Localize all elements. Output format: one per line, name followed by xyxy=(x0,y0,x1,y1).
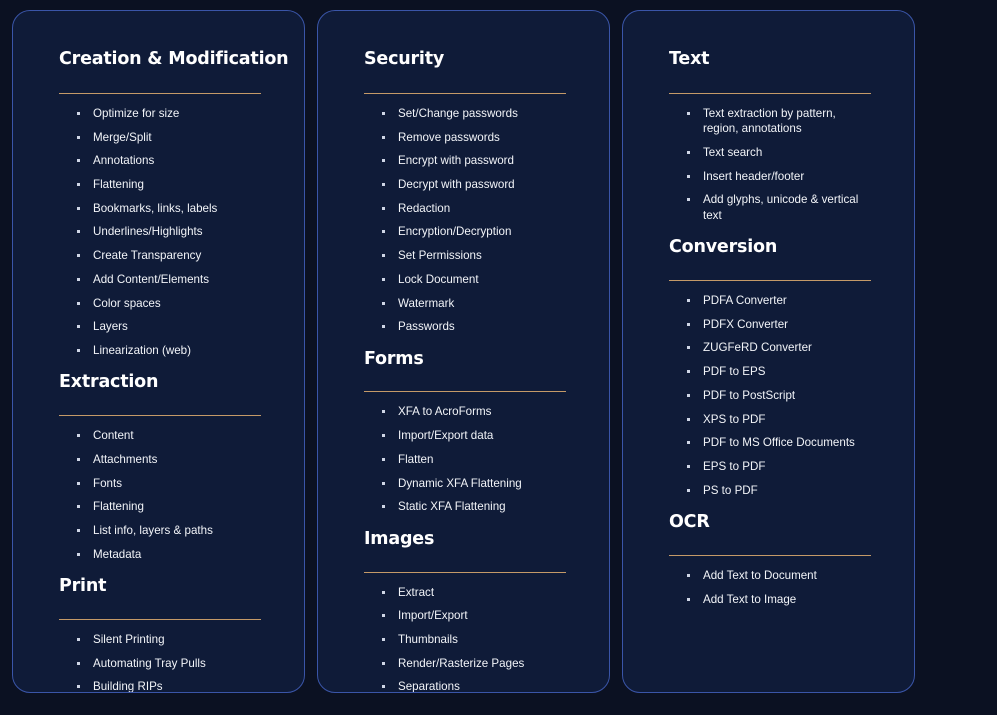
list-item: XPS to PDF xyxy=(685,412,872,427)
feature-list: Extract Import/Export Thumbnails Render/… xyxy=(364,585,567,692)
list-item: Silent Printing xyxy=(75,632,262,647)
list-item: Remove passwords xyxy=(380,130,567,145)
section-text: Text Text extraction by pattern, region,… xyxy=(669,49,872,223)
list-item: PDF to PostScript xyxy=(685,388,872,403)
list-item: Flattening xyxy=(75,177,262,192)
section-heading: Creation & Modification xyxy=(59,49,289,69)
list-item: Passwords xyxy=(380,319,567,334)
section-divider xyxy=(364,92,566,94)
section-security: Security Set/Change passwords Remove pas… xyxy=(364,49,567,335)
section-divider xyxy=(364,391,566,393)
section-divider xyxy=(364,571,566,573)
list-item: PDFX Converter xyxy=(685,317,872,332)
feature-list: Text extraction by pattern, region, anno… xyxy=(669,106,872,223)
feature-list: Silent Printing Automating Tray Pulls Bu… xyxy=(59,632,262,692)
list-item: Linearization (web) xyxy=(75,343,262,358)
list-item: Static XFA Flattening xyxy=(380,499,567,514)
list-item: Flatten xyxy=(380,452,567,467)
list-item: Thumbnails xyxy=(380,632,567,647)
list-item: EPS to PDF xyxy=(685,459,872,474)
list-item: Add Content/Elements xyxy=(75,272,262,287)
list-item: Import/Export xyxy=(380,608,567,623)
list-item: Create Transparency xyxy=(75,248,262,263)
list-item: Metadata xyxy=(75,547,262,562)
list-item: PDF to MS Office Documents xyxy=(685,435,872,450)
list-item: Dynamic XFA Flattening xyxy=(380,476,567,491)
list-item: Text search xyxy=(685,145,872,160)
list-item: Insert header/footer xyxy=(685,169,872,184)
list-item: Bookmarks, links, labels xyxy=(75,201,262,216)
list-item: PDFA Converter xyxy=(685,293,872,308)
section-extraction: Extraction Content Attachments Fonts Fla… xyxy=(59,372,262,562)
list-item: Encryption/Decryption xyxy=(380,224,567,239)
list-item: Building RIPs xyxy=(75,679,262,692)
list-item: Redaction xyxy=(380,201,567,216)
feature-list: PDFA Converter PDFX Converter ZUGFeRD Co… xyxy=(669,293,872,498)
list-item: Extract xyxy=(380,585,567,600)
list-item: Layers xyxy=(75,319,262,334)
feature-list: XFA to AcroForms Import/Export data Flat… xyxy=(364,404,567,514)
list-item: Add Text to Image xyxy=(685,592,872,607)
feature-list: Optimize for size Merge/Split Annotation… xyxy=(59,106,262,358)
feature-columns-board: Creation & Modification Optimize for siz… xyxy=(0,0,997,715)
list-item: Color spaces xyxy=(75,296,262,311)
section-divider xyxy=(669,554,871,556)
list-item: Add glyphs, unicode & vertical text xyxy=(685,192,872,223)
list-item: Render/Rasterize Pages xyxy=(380,656,567,671)
section-divider xyxy=(59,415,261,417)
section-heading: Extraction xyxy=(59,372,159,393)
section-divider xyxy=(59,92,261,94)
section-ocr: OCR Add Text to Document Add Text to Ima… xyxy=(669,512,872,607)
section-heading: OCR xyxy=(669,512,710,533)
feature-list: Content Attachments Fonts Flattening Lis… xyxy=(59,428,262,562)
section-heading: Forms xyxy=(364,348,424,369)
list-item: ZUGFeRD Converter xyxy=(685,340,872,355)
section-forms: Forms XFA to AcroForms Import/Export dat… xyxy=(364,349,567,515)
feature-card-column-3: Text Text extraction by pattern, region,… xyxy=(622,10,915,693)
feature-list: Add Text to Document Add Text to Image xyxy=(669,568,872,607)
section-creation-modification: Creation & Modification Optimize for siz… xyxy=(59,49,289,358)
section-heading: Security xyxy=(364,49,445,69)
list-item: Optimize for size xyxy=(75,106,262,121)
list-item: Attachments xyxy=(75,452,262,467)
list-item: Set/Change passwords xyxy=(380,106,567,121)
section-heading: Images xyxy=(364,528,435,549)
section-divider xyxy=(669,92,871,94)
list-item: PS to PDF xyxy=(685,483,872,498)
list-item: Automating Tray Pulls xyxy=(75,656,262,671)
section-divider xyxy=(59,618,261,620)
list-item: PDF to EPS xyxy=(685,364,872,379)
section-heading: Print xyxy=(59,576,107,597)
list-item: Add Text to Document xyxy=(685,568,872,583)
list-item: Decrypt with password xyxy=(380,177,567,192)
feature-list: Set/Change passwords Remove passwords En… xyxy=(364,106,567,335)
list-item: Merge/Split xyxy=(75,130,262,145)
section-heading: Conversion xyxy=(669,237,778,258)
list-item: Separations xyxy=(380,679,567,692)
list-item: Fonts xyxy=(75,476,262,491)
list-item: Set Permissions xyxy=(380,248,567,263)
list-item: Text extraction by pattern, region, anno… xyxy=(685,106,872,137)
list-item: List info, layers & paths xyxy=(75,523,262,538)
list-item: Encrypt with password xyxy=(380,153,567,168)
section-images: Images Extract Import/Export Thumbnails … xyxy=(364,528,567,692)
list-item: Annotations xyxy=(75,153,262,168)
list-item: Content xyxy=(75,428,262,443)
section-print: Print Silent Printing Automating Tray Pu… xyxy=(59,576,262,692)
section-conversion: Conversion PDFA Converter PDFX Converter… xyxy=(669,237,872,498)
list-item: Underlines/Highlights xyxy=(75,224,262,239)
list-item: Lock Document xyxy=(380,272,567,287)
feature-card-column-2: Security Set/Change passwords Remove pas… xyxy=(317,10,610,693)
list-item: Flattening xyxy=(75,499,262,514)
section-heading: Text xyxy=(669,49,710,69)
section-divider xyxy=(669,280,871,282)
list-item: XFA to AcroForms xyxy=(380,404,567,419)
list-item: Watermark xyxy=(380,296,567,311)
feature-card-column-1: Creation & Modification Optimize for siz… xyxy=(12,10,305,693)
list-item: Import/Export data xyxy=(380,428,567,443)
